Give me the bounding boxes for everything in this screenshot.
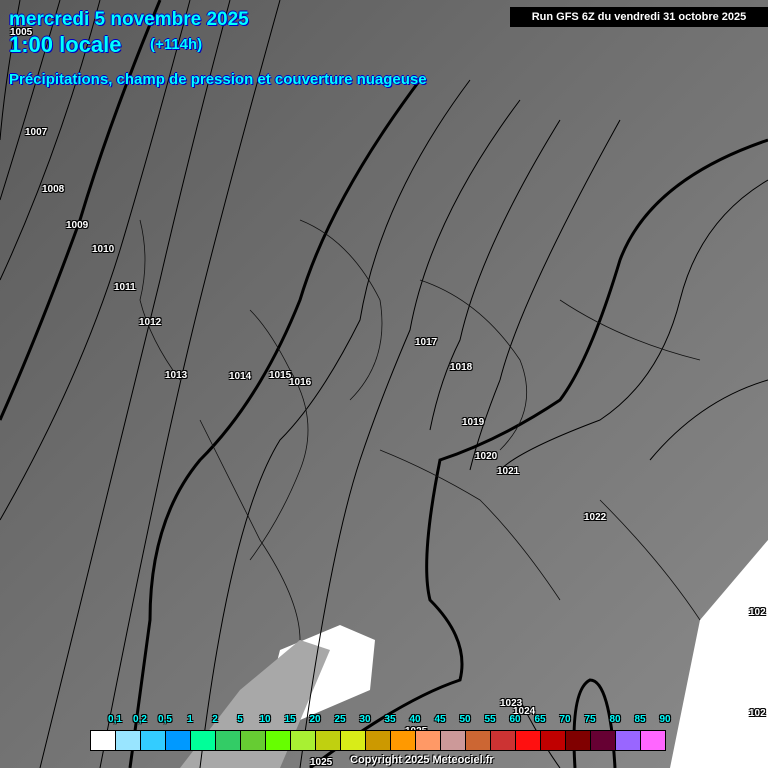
legend-swatch — [491, 731, 516, 750]
legend-swatch — [341, 731, 366, 750]
isobar-label: 1018 — [450, 362, 473, 373]
legend-label: 90 — [659, 714, 671, 725]
forecast-lead-time: (+114h) — [150, 36, 203, 53]
legend-label: 2 — [212, 714, 218, 725]
isobar-label: 1022 — [584, 512, 607, 523]
model-run-label: Run GFS 6Z du vendredi 31 octobre 2025 — [510, 7, 768, 27]
precipitation-legend — [90, 730, 666, 751]
legend-swatch — [266, 731, 291, 750]
isobar-label: 1008 — [42, 184, 65, 195]
legend-swatch — [241, 731, 266, 750]
isobar-label: 1013 — [165, 370, 188, 381]
legend-label: 0,1 — [108, 714, 122, 725]
legend-label: 70 — [559, 714, 571, 725]
forecast-time: 1:00 locale — [9, 32, 122, 57]
isobar-label: 1025 — [310, 757, 333, 768]
legend-label: 0,5 — [158, 714, 172, 725]
legend-label: 25 — [334, 714, 346, 725]
legend-swatch — [116, 731, 141, 750]
isobar-label: 1015 — [269, 370, 292, 381]
legend-swatch — [441, 731, 466, 750]
legend-label: 5 — [237, 714, 243, 725]
isobar-label: 1021 — [497, 466, 520, 477]
isobar-label: 1011 — [114, 282, 136, 293]
legend-swatch — [291, 731, 316, 750]
legend-swatch — [516, 731, 541, 750]
isobar-label: 1020 — [475, 451, 498, 462]
legend-swatch — [91, 731, 116, 750]
legend-swatch — [316, 731, 341, 750]
copyright: Copyright 2025 Meteociel.fr — [350, 754, 494, 766]
legend-label: 10 — [259, 714, 271, 725]
isobar-label: 1016 — [289, 377, 312, 388]
isobar-label: 102 — [749, 708, 766, 719]
isobar-label: 1017 — [415, 337, 438, 348]
legend-swatch — [541, 731, 566, 750]
legend-swatch — [191, 731, 216, 750]
isobar-label: 102 — [749, 607, 766, 618]
legend-label: 20 — [309, 714, 321, 725]
legend-label: 50 — [459, 714, 471, 725]
legend-swatch — [366, 731, 391, 750]
legend-label: 0,2 — [133, 714, 147, 725]
legend-label: 85 — [634, 714, 646, 725]
legend-swatch — [141, 731, 166, 750]
isobar-label: 1019 — [462, 417, 485, 428]
legend-label: 45 — [434, 714, 446, 725]
legend-swatch — [416, 731, 441, 750]
isobar-label: 1007 — [25, 127, 48, 138]
legend-label: 40 — [409, 714, 421, 725]
legend-label: 55 — [484, 714, 496, 725]
legend-label: 1 — [187, 714, 193, 725]
legend-swatch — [591, 731, 616, 750]
legend-swatch — [466, 731, 491, 750]
isobar-label: 1012 — [139, 317, 162, 328]
legend-label: 35 — [384, 714, 396, 725]
legend-swatch — [166, 731, 191, 750]
legend-label: 15 — [284, 714, 296, 725]
legend-label: 65 — [534, 714, 546, 725]
legend-swatch — [616, 731, 641, 750]
legend-swatch — [391, 731, 416, 750]
map-subtitle: Précipitations, champ de pression et cou… — [9, 71, 427, 88]
legend-label: 75 — [584, 714, 596, 725]
legend-label: 30 — [359, 714, 371, 725]
isobar-label: 1009 — [66, 220, 89, 231]
forecast-date: mercredi 5 novembre 2025 — [9, 9, 249, 30]
pressure-map — [0, 0, 768, 768]
legend-label: 60 — [509, 714, 521, 725]
legend-swatch — [566, 731, 591, 750]
legend-label: 80 — [609, 714, 621, 725]
legend-labels: 0,1 0,2 0,5 1 2 5 10 15 20 25 30 35 40 45 50 55 60 65 70 75… — [90, 714, 671, 728]
legend-swatch — [641, 731, 665, 750]
isobar-label: 1010 — [92, 244, 115, 255]
legend-swatch — [216, 731, 241, 750]
isobar-label: 1014 — [229, 371, 252, 382]
